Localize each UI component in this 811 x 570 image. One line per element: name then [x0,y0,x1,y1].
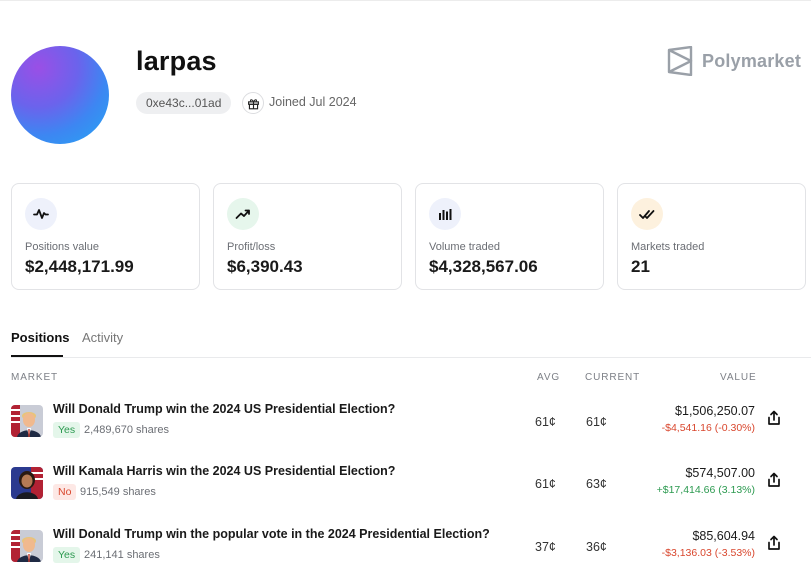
polymarket-brand[interactable]: Polymarket [667,46,801,76]
activity-pulse-icon [25,198,57,230]
joined-date: Joined Jul 2024 [269,95,357,109]
tab-positions[interactable]: Positions [11,330,70,345]
column-header-current[interactable]: CURRENT [585,372,640,383]
position-row[interactable]: Will Donald Trump win the popular vote i… [0,523,811,570]
stat-value: $4,328,567.06 [429,257,538,276]
stat-label: Profit/loss [227,241,276,253]
shares-count: 915,549 shares [80,486,156,498]
trump-thumbnail [11,530,43,562]
avg-price: 61¢ [535,415,556,429]
position-row[interactable]: Will Donald Trump win the 2024 US Presid… [0,398,811,448]
harris-thumbnail [11,467,43,499]
share-icon[interactable] [766,472,782,488]
stat-label: Markets traded [631,241,705,253]
position-pnl: -$3,136.03 (-3.53%) [661,547,755,559]
position-row[interactable]: Will Kamala Harris win the 2024 US Presi… [0,460,811,510]
stat-label: Volume traded [429,241,500,253]
stat-value: 21 [631,257,650,276]
double-check-icon [631,198,663,230]
position-value: $574,507.00 [685,466,755,480]
wallet-address-chip[interactable]: 0xe43c...01ad [136,92,232,114]
username: larpas [136,46,217,76]
bar-chart-icon [429,198,461,230]
market-question[interactable]: Will Donald Trump win the popular vote i… [53,527,490,541]
polymarket-logo-icon [667,46,693,76]
avg-price: 37¢ [535,540,556,554]
column-header-value[interactable]: VALUE [720,372,757,383]
shares-count: 241,141 shares [84,549,160,561]
outcome-badge: Yes [53,547,81,563]
gift-icon [242,92,264,114]
stat-card-profit-loss: Profit/loss $6,390.43 [213,183,402,290]
current-price: 61¢ [586,415,607,429]
tabs-divider [11,357,811,358]
share-icon[interactable] [766,410,782,426]
share-icon[interactable] [766,535,782,551]
avg-price: 61¢ [535,477,556,491]
current-price: 36¢ [586,540,607,554]
stat-value: $2,448,171.99 [25,257,134,276]
stat-card-positions-value: Positions value $2,448,171.99 [11,183,200,290]
stat-label: Positions value [25,241,99,253]
shares-count: 2,489,670 shares [84,424,170,436]
market-question[interactable]: Will Donald Trump win the 2024 US Presid… [53,402,395,416]
position-value: $85,604.94 [692,529,755,543]
top-border [0,0,811,1]
outcome-badge: No [53,484,77,500]
market-question[interactable]: Will Kamala Harris win the 2024 US Presi… [53,464,395,478]
current-price: 63¢ [586,477,607,491]
stat-value: $6,390.43 [227,257,303,276]
avatar [11,46,109,144]
stat-card-volume-traded: Volume traded $4,328,567.06 [415,183,604,290]
stat-card-markets-traded: Markets traded 21 [617,183,806,290]
tab-activity[interactable]: Activity [82,330,123,345]
position-value: $1,506,250.07 [675,404,755,418]
position-pnl: -$4,541.16 (-0.30%) [661,422,755,434]
position-pnl: +$17,414.66 (3.13%) [656,484,755,496]
brand-name: Polymarket [702,50,802,71]
trending-up-icon [227,198,259,230]
column-header-market[interactable]: MARKET [11,372,58,383]
outcome-badge: Yes [53,422,81,438]
column-header-avg[interactable]: AVG [537,372,560,383]
trump-thumbnail [11,405,43,437]
